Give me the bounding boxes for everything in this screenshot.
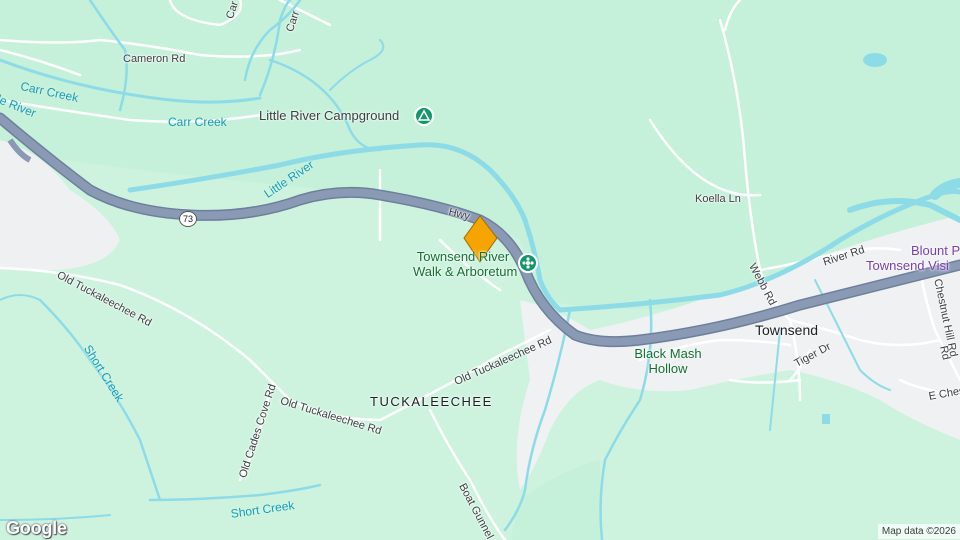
map-canvas[interactable]: 73 Cameron Rd Koella Ln Webb Rd River Rd… bbox=[0, 0, 960, 540]
poi-label-black-mash-line1: Black Mash bbox=[634, 346, 702, 361]
campground-icon[interactable] bbox=[414, 106, 434, 126]
poi-label-black-mash-line2: Hollow bbox=[648, 361, 688, 376]
road-label-rd-fragment: Rd bbox=[937, 344, 952, 362]
road-label-cameron-rd: Cameron Rd bbox=[123, 53, 186, 65]
poi-label-campground[interactable]: Little River Campground bbox=[259, 109, 399, 122]
poi-label-river-walk-line2: Walk & Arboretum bbox=[413, 264, 518, 279]
tent-icon bbox=[417, 109, 431, 121]
map-data-credit[interactable]: Map data ©2026 bbox=[877, 524, 960, 539]
route-73-shield-icon: 73 bbox=[179, 211, 197, 227]
route-73-shield-label: 73 bbox=[182, 214, 193, 224]
arboretum-icon[interactable] bbox=[518, 253, 538, 273]
poi-label-river-walk-line1: Townsend River bbox=[416, 249, 510, 264]
google-logo[interactable]: Google bbox=[6, 518, 67, 539]
pond-small bbox=[822, 414, 830, 424]
place-label-townsend: Townsend bbox=[755, 322, 819, 338]
poi-label-blount-p[interactable]: Blount P bbox=[911, 244, 960, 257]
pond bbox=[863, 53, 887, 67]
poi-label-black-mash-hollow[interactable]: Black Mash Hollow bbox=[628, 347, 708, 375]
road-label-koella-ln: Koella Ln bbox=[695, 193, 741, 205]
poi-label-river-walk[interactable]: Townsend River Walk & Arboretum bbox=[413, 249, 518, 279]
poi-label-townsend-visitor[interactable]: Townsend Visi bbox=[866, 259, 949, 272]
flower-icon bbox=[522, 257, 534, 269]
water-label-carr-creek-east: Carr Creek bbox=[168, 115, 227, 129]
place-label-tuckaleechee: TUCKALEECHEE bbox=[370, 394, 493, 409]
